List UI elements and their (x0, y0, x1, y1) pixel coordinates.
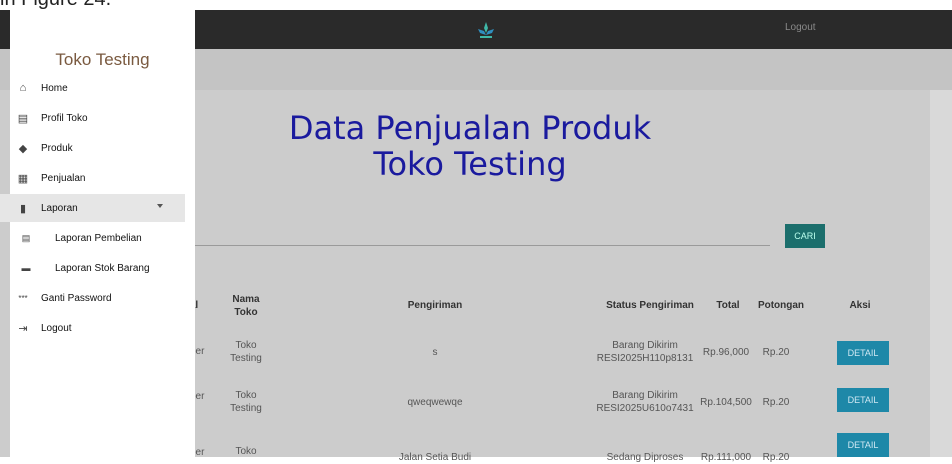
archive-icon: ▬ (21, 263, 31, 273)
page-title: Data Penjualan Produk Toko Testing (288, 109, 652, 183)
logout-link[interactable]: Logout (785, 22, 816, 33)
sidebar-item-profil-toko[interactable]: ▤ Profil Toko (0, 104, 185, 132)
home-icon: ⌂ (19, 82, 27, 94)
receipt-icon: ▤ (21, 232, 31, 243)
table-cell: Toko (235, 446, 257, 457)
table-cell: Toko Testing (230, 390, 262, 414)
sidebar-item-label: Laporan (41, 202, 78, 214)
sidebar-item-label: Profil Toko (41, 112, 88, 124)
table-header-potongan: Potongan (757, 300, 805, 311)
table-cell: Rp.104,500 (700, 397, 752, 408)
search-input[interactable] (180, 245, 770, 246)
sidebar-item-label: Home (41, 82, 68, 94)
sidebar-item-label: Produk (41, 142, 73, 154)
table-cell: Rp.96,000 (702, 347, 750, 358)
sidebar-item-home[interactable]: ⌂ Home (0, 74, 185, 102)
table-cell: Jalan Setia Budi (398, 452, 472, 463)
sidebar-item-label: Laporan Pembelian (55, 232, 142, 244)
table-cell: Rp.111,000 (700, 452, 752, 463)
sidebar-item-ganti-password[interactable]: *** Ganti Password (0, 284, 185, 312)
sidebar-item-logout[interactable]: ⇥ Logout (0, 314, 185, 342)
table-cell: Rp.20 (762, 452, 790, 463)
sidebar-item-laporan-pembelian[interactable]: ▤ Laporan Pembelian (0, 224, 185, 252)
table-header-total: Total (716, 300, 740, 311)
table-header-aksi: Aksi (849, 300, 871, 311)
store-icon: ▤ (17, 112, 29, 125)
table-header-status: Status Pengiriman (606, 300, 694, 311)
sidebar-item-label: Ganti Password (41, 292, 112, 304)
detail-button[interactable]: DETAIL (837, 388, 889, 412)
sidebar-item-label: Penjualan (41, 172, 86, 184)
sidebar-brand: Toko Testing (55, 50, 150, 69)
table-cell: Toko Testing (230, 340, 262, 364)
file-icon: ▮ (19, 202, 27, 215)
password-icon: *** (18, 293, 28, 303)
table-cell: Sedang Diproses (606, 452, 684, 463)
logout-icon: ⇥ (18, 322, 28, 335)
detail-button[interactable]: DETAIL (837, 433, 889, 457)
table-header-nama-toko: Nama Toko (232, 294, 260, 318)
sidebar-item-laporan[interactable]: ▮ Laporan (0, 194, 185, 222)
table-cell: s (432, 347, 438, 358)
table-header-pengiriman: Pengiriman (407, 300, 463, 311)
sidebar-item-penjualan[interactable]: ▦ Penjualan (0, 164, 185, 192)
tag-icon: ◆ (18, 142, 28, 155)
table-cell: Barang Dikirim RESI2025H110p8131 (596, 340, 694, 364)
leaf-logo-icon (478, 22, 494, 38)
table-cell: Rp.20 (762, 397, 790, 408)
detail-button[interactable]: DETAIL (837, 341, 889, 365)
chevron-down-icon (157, 204, 163, 208)
sidebar-item-produk[interactable]: ◆ Produk (0, 134, 185, 162)
sidebar-item-label: Logout (41, 322, 72, 334)
sidebar-item-label: Laporan Stok Barang (55, 262, 150, 274)
search-button[interactable]: CARI (785, 224, 825, 248)
table-cell: Rp.20 (762, 347, 790, 358)
clipboard-icon: ▦ (17, 172, 29, 185)
sidebar-item-laporan-stok-barang[interactable]: ▬ Laporan Stok Barang (0, 254, 185, 282)
table-cell: qweqwewqe (407, 397, 463, 408)
table-cell: Barang Dikirim RESI2025U610o7431 (596, 390, 694, 414)
